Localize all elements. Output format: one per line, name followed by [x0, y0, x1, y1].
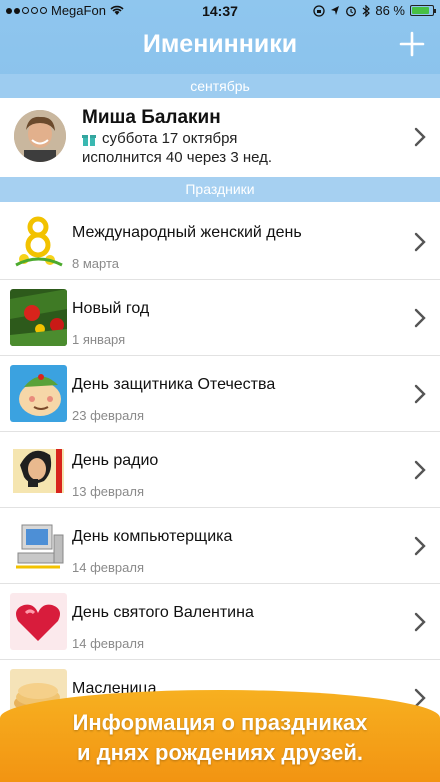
chevron-right-icon [414, 232, 426, 252]
alarm-icon [346, 6, 357, 16]
battery-icon [410, 5, 436, 16]
list-item[interactable]: День радио 13 февраля [0, 432, 440, 508]
holiday-title: Международный женский день [72, 224, 302, 241]
list-item[interactable]: Международный женский день 8 марта [0, 204, 440, 280]
gift-icon [82, 134, 96, 146]
person-name: Миша Балакин [82, 107, 221, 128]
soldier-icon [10, 365, 67, 422]
holiday-date: 14 февраля [72, 560, 144, 575]
march8-icon [10, 213, 67, 270]
birthday-date-line: суббота 17 октября [82, 130, 237, 147]
battery-percent: 86 % [375, 3, 405, 18]
status-bar: MegaFon 14:37 86 % [0, 0, 440, 22]
list-item[interactable]: День компьютерщика 14 февраля [0, 508, 440, 584]
bluetooth-icon [362, 4, 371, 17]
chevron-right-icon [414, 127, 426, 147]
list-item[interactable]: День святого Валентина 14 февраля [0, 584, 440, 660]
status-right: 86 % [313, 3, 436, 18]
christmas-tree-icon [10, 289, 67, 346]
promo-line-2: и днях рождениях друзей. [76, 740, 364, 765]
holiday-title: Новый год [72, 300, 150, 317]
holiday-date: 14 февраля [72, 636, 144, 651]
list-item[interactable]: День защитника Отечества 23 февраля [0, 356, 440, 432]
holiday-title: День защитника Отечества [72, 376, 276, 393]
title-bar: Именинники [0, 26, 440, 66]
chevron-right-icon [414, 384, 426, 404]
radio-icon [10, 441, 67, 498]
holiday-date: 23 февраля [72, 408, 144, 423]
app-header: MegaFon 14:37 86 % Именинники сентябрь [0, 0, 440, 98]
section-header-month: сентябрь [0, 74, 440, 98]
computer-icon [10, 517, 67, 574]
page-title: Именинники [142, 30, 298, 58]
holiday-title: День святого Валентина [72, 604, 254, 621]
location-icon [331, 6, 340, 15]
holiday-date: 13 февраля [72, 484, 144, 499]
plus-icon [399, 31, 425, 57]
list-item[interactable]: Новый год 1 января [0, 280, 440, 356]
chevron-right-icon [414, 460, 426, 480]
add-button[interactable] [398, 30, 426, 58]
holiday-date: 8 марта [72, 256, 119, 271]
holiday-date: 1 января [72, 332, 126, 347]
chevron-right-icon [414, 536, 426, 556]
chevron-right-icon [414, 308, 426, 328]
promo-banner: Информация о праздниках и днях рождениях… [0, 690, 440, 782]
section-header-holidays: Праздники [0, 177, 440, 202]
chevron-right-icon [414, 612, 426, 632]
avatar [14, 110, 66, 162]
holiday-title: День радио [72, 452, 159, 469]
promo-line-1: Информация о праздниках [72, 710, 368, 735]
age-note: исполнится 40 через 3 нед. [82, 149, 273, 166]
birthday-date: суббота 17 октября [102, 130, 238, 147]
birthday-row[interactable]: Миша Балакин суббота 17 октября исполнит… [0, 98, 440, 177]
holiday-list: Международный женский день 8 марта Новый… [0, 204, 440, 736]
lock-rotation-icon [313, 4, 326, 17]
holiday-title: День компьютерщика [72, 528, 233, 545]
heart-icon [10, 593, 67, 650]
